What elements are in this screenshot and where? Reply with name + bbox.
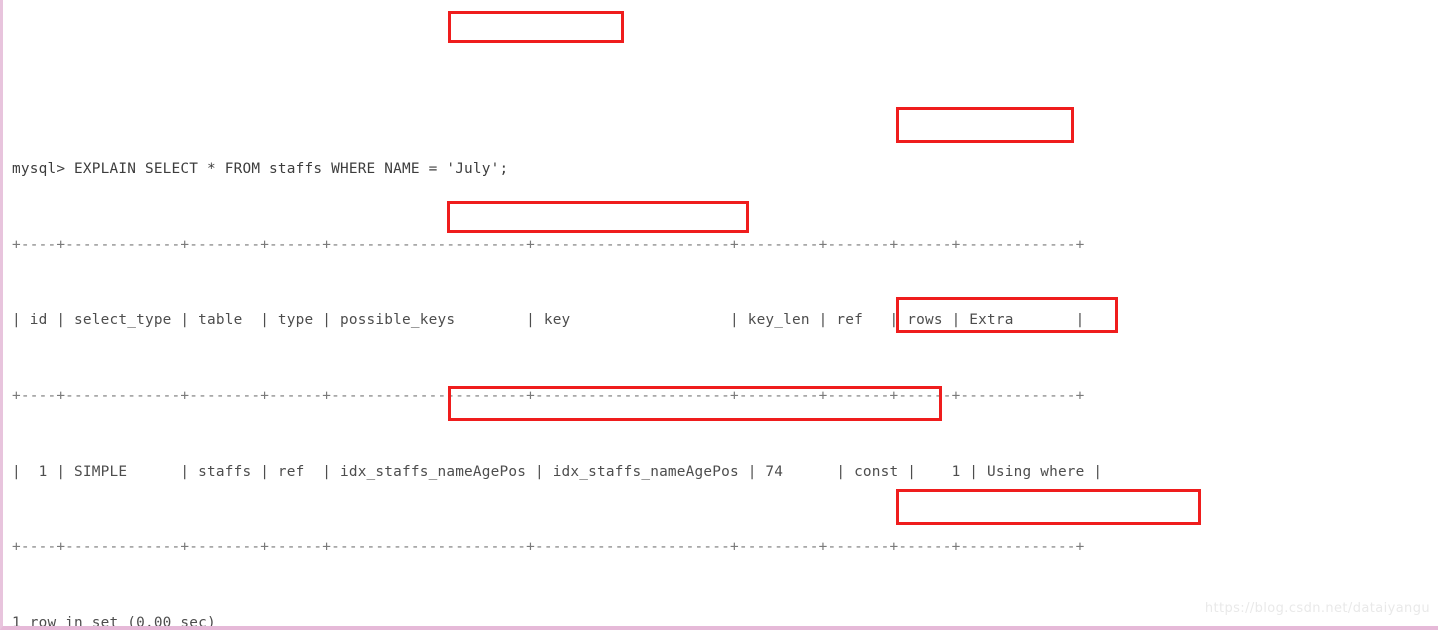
table-rule-top-1: +----+-------------+--------+------+----… (12, 236, 1085, 253)
terminal-window[interactable]: mysql> EXPLAIN SELECT * FROM staffs WHER… (0, 0, 1438, 630)
site-watermark: https://blog.csdn.net/dataiyangu (1204, 601, 1430, 616)
table-rule-mid-1: +----+-------------+--------+------+----… (12, 388, 1085, 404)
console-output: mysql> EXPLAIN SELECT * FROM staffs WHER… (3, 6, 1438, 626)
table-header-1: | id | select_type | table | type | poss… (12, 312, 1085, 329)
command-line-1: mysql> EXPLAIN SELECT * FROM staffs WHER… (12, 161, 509, 178)
table-rule-bottom-1: +----+-------------+--------+------+----… (12, 539, 1085, 556)
table-row-1: | 1 | SIMPLE | staffs | ref | idx_staffs… (12, 463, 1103, 480)
explain-block-1: mysql> EXPLAIN SELECT * FROM staffs WHER… (12, 107, 1438, 626)
